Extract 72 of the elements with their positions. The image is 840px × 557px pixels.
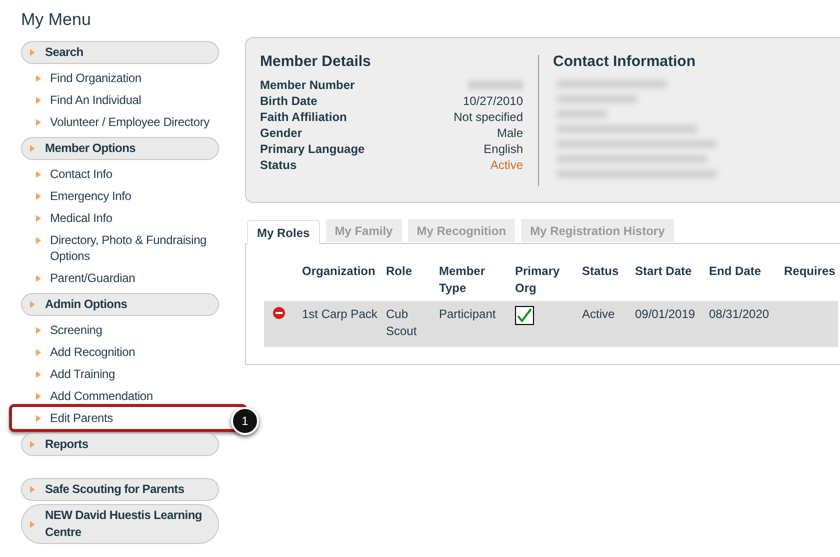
section-title: Member Details	[260, 52, 372, 72]
table-cell-text: 1st Carp Pack	[302, 306, 378, 323]
arrow-icon	[36, 75, 41, 82]
menu-link[interactable]: Emergency Info	[21, 185, 132, 207]
menu-link[interactable]: Find An Individual	[21, 89, 142, 111]
field-label: Member Number	[260, 76, 355, 92]
column-header: End Date	[709, 263, 762, 280]
arrow-icon	[36, 171, 41, 178]
column-header: Role	[386, 263, 414, 280]
check-icon	[517, 308, 532, 323]
field-value: Active	[490, 156, 523, 172]
redacted-value	[468, 80, 523, 90]
column-header: Member Type	[439, 263, 486, 297]
menu-section-header[interactable]: Admin Options	[21, 293, 219, 316]
section-title: Contact Information	[553, 52, 696, 72]
menu-section-header[interactable]: Search	[21, 41, 219, 64]
menu-link[interactable]: Medical Info	[21, 207, 112, 229]
menu-section-header[interactable]: NEW David Huestis Learning Centre	[21, 504, 219, 544]
arrow-icon	[36, 327, 41, 334]
field-value: 10/27/2010	[462, 92, 523, 108]
table-cell-text: Active	[582, 306, 616, 323]
column-header: Status	[582, 263, 620, 280]
menu-link[interactable]: Add Recognition	[21, 341, 136, 363]
table-cell-text: 08/31/2020	[709, 306, 770, 323]
arrow-icon	[30, 145, 35, 152]
arrow-icon	[30, 486, 35, 493]
step-marker: 1	[231, 407, 259, 435]
field-label: Gender	[260, 124, 302, 140]
arrow-icon	[36, 275, 41, 282]
remove-icon[interactable]	[273, 307, 285, 319]
menu-link[interactable]: Edit Parents	[21, 407, 113, 429]
field-label: Status	[260, 156, 297, 172]
arrow-icon	[30, 520, 35, 528]
arrow-icon	[30, 301, 35, 308]
menu-section-header[interactable]: Member Options	[21, 137, 219, 160]
menu-link[interactable]: Contact Info	[21, 163, 112, 185]
column-header: Requires	[784, 263, 836, 280]
arrow-icon	[36, 97, 41, 104]
table-cell-text: Participant	[439, 306, 497, 323]
field-value: Male	[496, 124, 523, 140]
menu-link[interactable]: Directory, Photo & Fundraising Options	[21, 229, 215, 267]
checkbox[interactable]	[515, 306, 534, 325]
arrow-icon	[36, 371, 41, 378]
arrow-icon	[36, 119, 41, 126]
field-value: Not specified	[454, 108, 523, 124]
menu-link[interactable]: Parent/Guardian	[21, 267, 136, 289]
field-value: English	[484, 140, 523, 156]
arrow-icon	[36, 193, 41, 200]
column-header: Start Date	[635, 263, 693, 280]
arrow-icon	[30, 441, 35, 448]
menu-link[interactable]: Volunteer / Employee Directory	[21, 111, 210, 133]
menu-link[interactable]: Find Organization	[21, 67, 142, 89]
tab[interactable]: My Roles	[247, 220, 320, 244]
menu-section-header[interactable]: Safe Scouting for Parents	[21, 478, 219, 501]
table-cell-text: Cub Scout	[386, 306, 418, 340]
arrow-icon	[36, 393, 41, 400]
menu-link[interactable]: Screening	[21, 319, 102, 341]
arrow-icon	[36, 215, 41, 222]
column-header: Organization	[302, 263, 376, 280]
menu-title: My Menu	[21, 9, 92, 31]
arrow-icon	[36, 237, 41, 244]
menu-section-header[interactable]: Reports	[21, 433, 219, 456]
menu-link[interactable]: Add Commendation	[21, 385, 153, 407]
field-label: Birth Date	[260, 92, 318, 108]
arrow-icon	[30, 49, 35, 56]
table-cell-text: 09/01/2019	[635, 306, 696, 323]
arrow-icon	[36, 415, 41, 422]
menu-link[interactable]: Add Training	[21, 363, 115, 385]
field-label: Faith Affiliation	[260, 108, 347, 124]
field-label: Primary Language	[260, 140, 365, 156]
column-header: Primary Org	[515, 263, 561, 297]
arrow-icon	[36, 349, 41, 356]
